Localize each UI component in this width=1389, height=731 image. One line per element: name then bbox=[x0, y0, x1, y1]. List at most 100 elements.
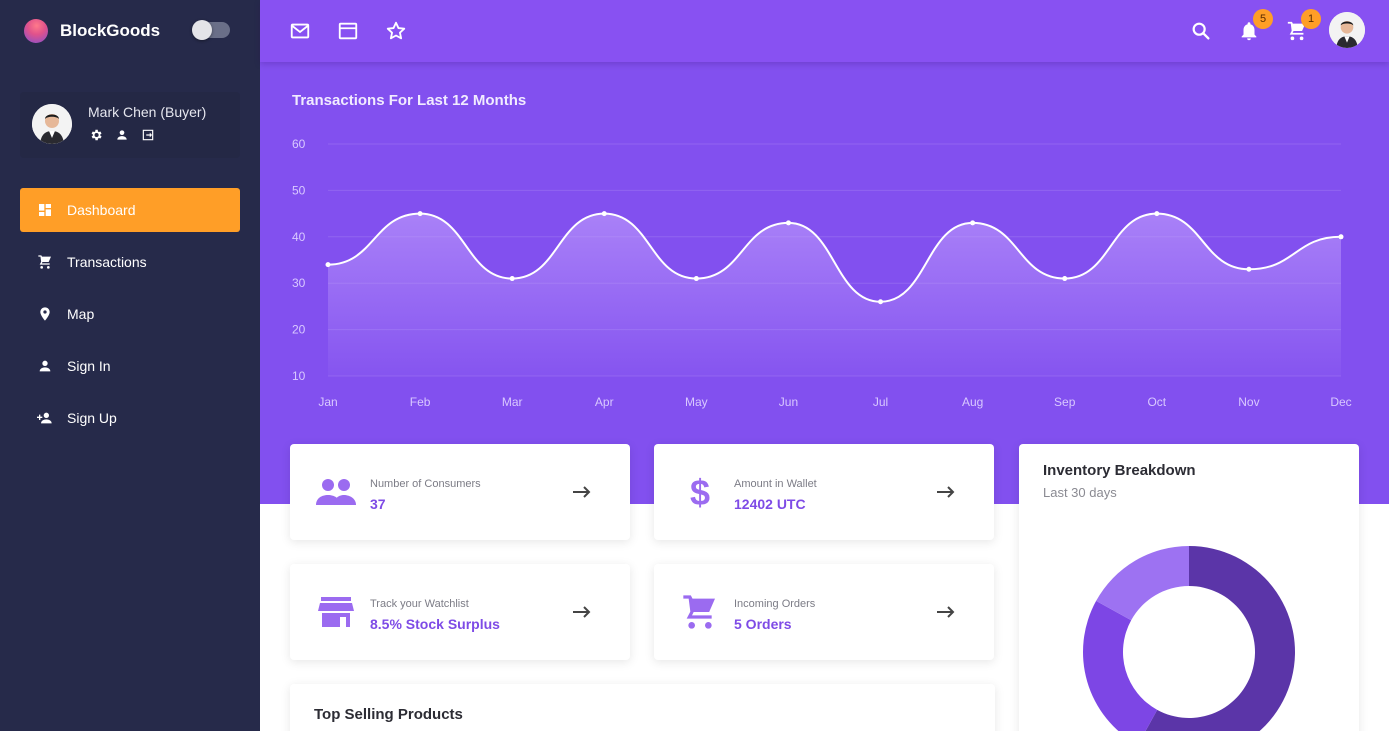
mail-icon[interactable] bbox=[288, 19, 312, 43]
stat-value: 5 Orders bbox=[734, 616, 792, 632]
transactions-chart: 60 50 40 30 20 10 Jan Feb Mar Apr May Jun Jul Aug Sep… bbox=[292, 137, 1352, 409]
y-tick-label: 40 bbox=[292, 230, 306, 244]
top-bar: 5 1 bbox=[260, 0, 1389, 62]
stat-label: Track your Watchlist bbox=[370, 598, 469, 610]
person-add-icon bbox=[36, 409, 54, 427]
arrow-right-icon[interactable] bbox=[934, 480, 958, 504]
x-tick-label: Sep bbox=[1054, 395, 1076, 409]
x-tick-label: Dec bbox=[1330, 395, 1351, 409]
y-tick-label: 10 bbox=[292, 369, 306, 383]
cart-badge: 1 bbox=[1301, 9, 1321, 29]
data-point bbox=[970, 220, 976, 226]
stat-label: Incoming Orders bbox=[734, 598, 816, 610]
svg-text:$: $ bbox=[690, 474, 710, 510]
avatar[interactable] bbox=[1329, 12, 1365, 48]
inventory-donut-chart bbox=[1083, 546, 1295, 731]
user-card: Mark Chen (Buyer) bbox=[20, 92, 240, 158]
x-tick-label: Apr bbox=[595, 395, 614, 409]
user-name: Mark Chen (Buyer) bbox=[88, 104, 207, 120]
x-tick-label: Feb bbox=[410, 395, 431, 409]
x-tick-label: Nov bbox=[1238, 395, 1259, 409]
arrow-right-icon[interactable] bbox=[934, 600, 958, 624]
top-selling-card: Top Selling Products bbox=[290, 684, 995, 731]
data-point bbox=[785, 220, 791, 226]
cart-icon bbox=[36, 253, 54, 271]
person-icon bbox=[36, 357, 54, 375]
y-tick-label: 20 bbox=[292, 323, 306, 337]
data-point bbox=[878, 299, 884, 305]
stat-card-orders[interactable]: Incoming Orders 5 Orders bbox=[654, 564, 994, 660]
x-tick-label: May bbox=[685, 395, 708, 409]
window-icon[interactable] bbox=[336, 19, 360, 43]
data-point bbox=[417, 211, 423, 217]
stat-value: 37 bbox=[370, 496, 386, 512]
sidebar-item-sign-up[interactable]: Sign Up bbox=[20, 396, 240, 440]
data-point bbox=[1246, 266, 1252, 272]
theme-toggle[interactable] bbox=[192, 20, 230, 40]
sidebar: BlockGoods Mark Chen (Buyer) Dashboard T… bbox=[0, 0, 260, 731]
sidebar-item-transactions[interactable]: Transactions bbox=[20, 240, 240, 284]
sidebar-nav: Dashboard Transactions Map Sign In Sign … bbox=[20, 188, 240, 448]
store-icon bbox=[314, 592, 358, 632]
chart-title: Transactions For Last 12 Months bbox=[292, 92, 527, 109]
x-tick-label: Mar bbox=[502, 395, 523, 409]
sidebar-item-label: Transactions bbox=[67, 254, 147, 270]
y-tick-label: 50 bbox=[292, 183, 306, 197]
sidebar-item-label: Sign In bbox=[67, 358, 111, 374]
data-point bbox=[509, 276, 515, 282]
stat-value: 8.5% Stock Surplus bbox=[370, 616, 500, 632]
x-tick-label: Jul bbox=[873, 395, 888, 409]
map-pin-icon bbox=[36, 305, 54, 323]
section-subtitle: Last 30 days bbox=[1043, 485, 1117, 500]
user-actions bbox=[88, 127, 156, 143]
brand-logo-icon bbox=[20, 15, 52, 47]
sidebar-item-label: Map bbox=[67, 306, 95, 322]
stat-card-watchlist[interactable]: Track your Watchlist 8.5% Stock Surplus bbox=[290, 564, 630, 660]
data-point bbox=[601, 211, 607, 217]
cart-icon bbox=[678, 592, 722, 632]
avatar[interactable] bbox=[32, 104, 72, 144]
y-tick-label: 30 bbox=[292, 276, 306, 290]
section-title: Inventory Breakdown bbox=[1043, 462, 1196, 479]
data-point bbox=[693, 276, 699, 282]
sidebar-item-label: Dashboard bbox=[67, 202, 136, 218]
stat-label: Number of Consumers bbox=[370, 478, 481, 490]
data-point bbox=[1338, 234, 1344, 240]
sidebar-item-sign-in[interactable]: Sign In bbox=[20, 344, 240, 388]
data-point bbox=[1062, 276, 1068, 282]
inventory-card: Inventory Breakdown Last 30 days bbox=[1019, 444, 1359, 731]
brand[interactable]: BlockGoods bbox=[20, 15, 161, 47]
people-icon bbox=[314, 472, 358, 512]
toggle-knob bbox=[192, 20, 212, 40]
donut-slice bbox=[1083, 600, 1158, 731]
data-point bbox=[1154, 211, 1160, 217]
data-point bbox=[325, 262, 331, 268]
gear-icon[interactable] bbox=[88, 127, 104, 143]
stat-label: Amount in Wallet bbox=[734, 478, 817, 490]
sidebar-item-dashboard[interactable]: Dashboard bbox=[20, 188, 240, 232]
search-icon[interactable] bbox=[1189, 19, 1213, 43]
cart-button[interactable]: 1 bbox=[1285, 9, 1321, 43]
profile-icon[interactable] bbox=[114, 127, 130, 143]
arrow-right-icon[interactable] bbox=[570, 600, 594, 624]
arrow-right-icon[interactable] bbox=[570, 480, 594, 504]
x-tick-label: Jan bbox=[318, 395, 337, 409]
dollar-icon: $ bbox=[678, 472, 722, 512]
star-icon[interactable] bbox=[384, 19, 408, 43]
x-tick-label: Aug bbox=[962, 395, 983, 409]
logout-icon[interactable] bbox=[140, 127, 156, 143]
notifications-button[interactable]: 5 bbox=[1237, 9, 1273, 43]
sidebar-item-label: Sign Up bbox=[67, 410, 117, 426]
stat-value: 12402 UTC bbox=[734, 496, 806, 512]
notifications-badge: 5 bbox=[1253, 9, 1273, 29]
stat-card-consumers[interactable]: Number of Consumers 37 bbox=[290, 444, 630, 540]
chart-area bbox=[328, 213, 1341, 376]
brand-name: BlockGoods bbox=[60, 21, 161, 40]
section-title: Top Selling Products bbox=[314, 706, 463, 723]
sidebar-item-map[interactable]: Map bbox=[20, 292, 240, 336]
x-tick-label: Oct bbox=[1147, 395, 1166, 409]
stat-card-wallet[interactable]: $ Amount in Wallet 12402 UTC bbox=[654, 444, 994, 540]
x-tick-label: Jun bbox=[779, 395, 798, 409]
y-tick-label: 60 bbox=[292, 137, 306, 151]
dashboard-icon bbox=[36, 201, 54, 219]
